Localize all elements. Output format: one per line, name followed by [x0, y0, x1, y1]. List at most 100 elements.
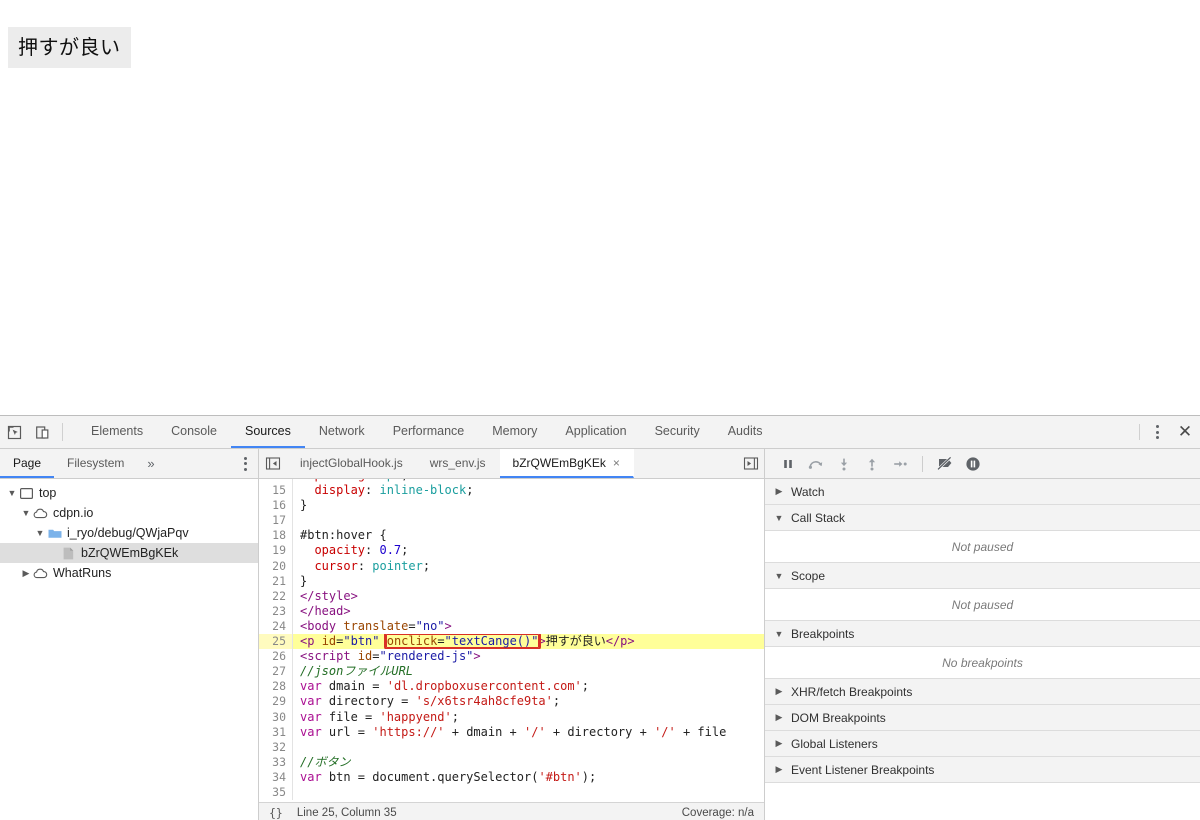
- chevron-right-icon[interactable]: ▶: [20, 567, 32, 579]
- line-number[interactable]: 33: [259, 754, 293, 770]
- tree-item-whatruns[interactable]: ▶ WhatRuns: [0, 563, 258, 583]
- code-line[interactable]: 24 <body translate="no">: [259, 618, 764, 635]
- line-number[interactable]: 19: [259, 543, 293, 559]
- tree-item-cdpn-io[interactable]: ▼ cdpn.io: [0, 503, 258, 523]
- code-line[interactable]: 23 </head>: [259, 603, 764, 619]
- line-number[interactable]: 24: [259, 618, 293, 635]
- code-line-text[interactable]: }: [293, 574, 764, 589]
- pretty-print-braces-icon[interactable]: {}: [269, 806, 283, 820]
- line-number[interactable]: 35: [259, 784, 293, 801]
- debugger-section-xhr-fetch-breakpoints[interactable]: ▶ XHR/fetch Breakpoints: [765, 679, 1200, 705]
- tab-security[interactable]: Security: [641, 416, 714, 448]
- tree-item-bZrQWEmBgKEk[interactable]: ▶ bZrQWEmBgKEk: [0, 543, 258, 563]
- navigator-kebab-menu-icon[interactable]: [232, 449, 258, 478]
- code-line-text[interactable]: cursor: pointer;: [293, 559, 764, 574]
- line-number[interactable]: 23: [259, 603, 293, 619]
- line-number[interactable]: 21: [259, 573, 293, 589]
- line-number[interactable]: 34: [259, 769, 293, 785]
- code-line-text[interactable]: <body translate="no">: [293, 619, 764, 634]
- tab-elements[interactable]: Elements: [77, 416, 157, 448]
- code-line-text[interactable]: }: [293, 498, 764, 513]
- code-line[interactable]: 18 #btn:hover {: [259, 528, 764, 544]
- code-line[interactable]: 30 var file = 'happyend';: [259, 709, 764, 725]
- debugger-section-call-stack[interactable]: ▼ Call Stack: [765, 505, 1200, 531]
- chevron-right-icon[interactable]: ▶: [773, 738, 785, 750]
- debugger-section-scope[interactable]: ▼ Scope: [765, 563, 1200, 589]
- code-line-text[interactable]: </head>: [293, 604, 764, 619]
- code-line-text[interactable]: #btn:hover {: [293, 528, 764, 543]
- code-line[interactable]: 35: [259, 784, 764, 801]
- code-line[interactable]: 25 <p id = "btn" onclick="textCange()">押すが良…: [259, 634, 764, 650]
- line-number[interactable]: 20: [259, 558, 293, 574]
- code-line[interactable]: 19 opacity: 0.7;: [259, 543, 764, 559]
- code-line-text[interactable]: var url = 'https://' + dmain + '/' + dir…: [293, 725, 764, 740]
- tab-audits[interactable]: Audits: [714, 416, 777, 448]
- line-number[interactable]: 28: [259, 679, 293, 695]
- debugger-section-dom-breakpoints[interactable]: ▶ DOM Breakpoints: [765, 705, 1200, 731]
- code-editor[interactable]: 14 padding: 5px;15 display: inline-block…: [259, 479, 764, 802]
- chevron-right-icon[interactable]: ▶: [773, 686, 785, 698]
- tab-console[interactable]: Console: [157, 416, 231, 448]
- show-next-tabs-icon[interactable]: [736, 449, 764, 478]
- kebab-menu-icon[interactable]: [1144, 416, 1170, 448]
- code-line-text[interactable]: <p id = "btn" onclick="textCange()">押すが良い<…: [293, 634, 764, 650]
- debugger-section-event-listener-breakpoints[interactable]: ▶ Event Listener Breakpoints: [765, 757, 1200, 783]
- line-number[interactable]: 27: [259, 664, 293, 680]
- debugger-section-watch[interactable]: ▶ Watch: [765, 479, 1200, 505]
- tree-item-folder[interactable]: ▼ i_ryo/debug/QWjaPqv: [0, 523, 258, 543]
- tree-item-top[interactable]: ▼ top: [0, 483, 258, 503]
- tab-performance[interactable]: Performance: [379, 416, 479, 448]
- code-line[interactable]: 16}: [259, 498, 764, 514]
- chevron-down-icon[interactable]: ▼: [20, 507, 32, 519]
- tab-sources[interactable]: Sources: [230, 416, 305, 448]
- pause-script-execution-icon[interactable]: [775, 451, 801, 477]
- line-number[interactable]: 17: [259, 513, 293, 529]
- line-number[interactable]: 31: [259, 724, 293, 740]
- line-number[interactable]: 32: [259, 739, 293, 755]
- code-line[interactable]: 28 var dmain = 'dl.dropboxusercontent.com…: [259, 679, 764, 695]
- deactivate-breakpoints-icon[interactable]: [932, 451, 958, 477]
- close-icon[interactable]: ✕: [1170, 416, 1200, 448]
- step-out-icon[interactable]: [859, 451, 885, 477]
- line-number[interactable]: 26: [259, 649, 293, 665]
- code-line-text[interactable]: var dmain = 'dl.dropboxusercontent.com';: [293, 679, 764, 694]
- line-number[interactable]: 25: [259, 634, 293, 650]
- step-icon[interactable]: [887, 451, 913, 477]
- code-line[interactable]: 29 var directory = 's/x6tsr4ah8cfe9ta';: [259, 694, 764, 710]
- code-line[interactable]: 21}: [259, 573, 764, 589]
- show-previous-tabs-icon[interactable]: [259, 449, 287, 478]
- editor-tab-close-icon[interactable]: ×: [613, 456, 620, 470]
- chevron-down-icon[interactable]: ▼: [34, 527, 46, 539]
- code-line-text[interactable]: //ボタン: [293, 755, 764, 770]
- line-number[interactable]: 29: [259, 694, 293, 710]
- chevron-right-icon[interactable]: ▶: [773, 486, 785, 498]
- code-line[interactable]: 22 </style>: [259, 588, 764, 604]
- more-tabs-chevron-icon[interactable]: »: [137, 449, 164, 478]
- chevron-down-icon[interactable]: ▼: [773, 512, 785, 524]
- tab-application[interactable]: Application: [551, 416, 640, 448]
- code-line-text[interactable]: var btn = document.querySelector('#btn')…: [293, 770, 764, 785]
- code-line[interactable]: 17: [259, 513, 764, 529]
- chevron-down-icon[interactable]: ▼: [6, 487, 18, 499]
- code-line-text[interactable]: //jsonファイルURL: [293, 664, 764, 679]
- code-line[interactable]: 27 //jsonファイルURL: [259, 664, 764, 680]
- nav-tab-filesystem[interactable]: Filesystem: [54, 449, 137, 478]
- chevron-right-icon[interactable]: ▶: [773, 712, 785, 724]
- code-line-text[interactable]: var file = 'happyend';: [293, 710, 764, 725]
- debugger-section-global-listeners[interactable]: ▶ Global Listeners: [765, 731, 1200, 757]
- line-number[interactable]: 18: [259, 528, 293, 544]
- code-line-text[interactable]: </style>: [293, 589, 764, 604]
- debugger-section-breakpoints[interactable]: ▼ Breakpoints: [765, 621, 1200, 647]
- pause-on-exceptions-icon[interactable]: [960, 451, 986, 477]
- chevron-down-icon[interactable]: ▼: [773, 628, 785, 640]
- chevron-right-icon[interactable]: ▶: [773, 764, 785, 776]
- code-line[interactable]: 26 <script id="rendered-js">: [259, 649, 764, 665]
- toggle-device-toolbar-icon[interactable]: [28, 416, 56, 448]
- code-line-text[interactable]: opacity: 0.7;: [293, 543, 764, 558]
- tab-network[interactable]: Network: [305, 416, 379, 448]
- line-number[interactable]: 16: [259, 498, 293, 514]
- editor-tab-injectGlobalHook[interactable]: injectGlobalHook.js: [287, 449, 417, 478]
- code-line[interactable]: 31 var url = 'https://' + dmain + '/' + d…: [259, 724, 764, 740]
- step-over-icon[interactable]: [803, 451, 829, 477]
- code-line-text[interactable]: var directory = 's/x6tsr4ah8cfe9ta';: [293, 694, 764, 709]
